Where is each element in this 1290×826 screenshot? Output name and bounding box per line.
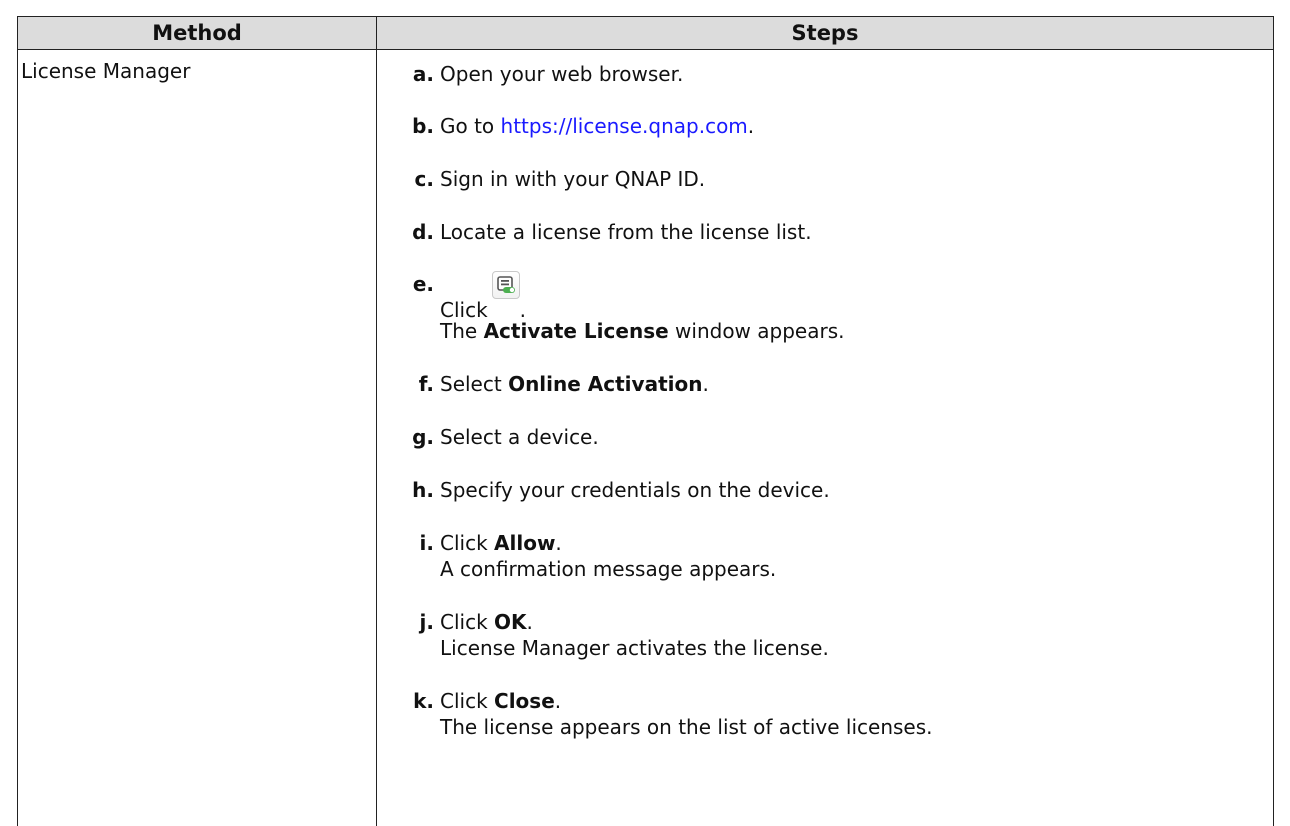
method-cell: License Manager [18,50,377,826]
step-j: j. Click OK. License Manager activates t… [377,609,1273,661]
activate-license-icon [492,271,520,299]
step-list: a. Open your web browser. b. Go to https… [377,61,1273,740]
method-name: License Manager [21,58,376,84]
step-text-pre: Click [440,298,488,322]
step-text-pre: The [440,319,484,343]
step-text: Select a device. [440,424,1273,450]
step-letter: h. [389,477,434,503]
step-text: Open your web browser. [440,61,1273,87]
table-row: License Manager a. Open your web browser… [18,50,1274,826]
step-letter: f. [389,371,434,397]
step-letter: k. [389,688,434,714]
step-text-line2: The Activate License window appears. [440,318,1273,344]
step-text: Click Close. [440,688,1273,714]
step-text-pre: Select [440,372,508,396]
ui-term: Activate License [484,319,669,343]
step-text-post: . [520,298,526,322]
step-i: i. Click Allow. A confirmation message a… [377,530,1273,582]
step-h: h. Specify your credentials on the devic… [377,477,1273,503]
step-text: Go to https://license.qnap.com. [440,113,1273,139]
document-page: Method Steps License Manager a. Open you… [0,0,1290,825]
step-letter: e. [389,271,434,297]
step-text-post: . [555,689,561,713]
step-letter: j. [389,609,434,635]
header-steps: Steps [377,17,1274,50]
step-g: g. Select a device. [377,424,1273,450]
ui-term: Allow [494,531,555,555]
step-c: c. Sign in with your QNAP ID. [377,166,1273,192]
step-text: Click Allow. [440,530,1273,556]
ui-term: Close [494,689,555,713]
step-text: Specify your credentials on the device. [440,477,1273,503]
step-text-pre: Go to [440,114,501,138]
step-d: d. Locate a license from the license lis… [377,219,1273,245]
step-b: b. Go to https://license.qnap.com. [377,113,1273,139]
license-site-link[interactable]: https://license.qnap.com [501,114,748,138]
steps-cell: a. Open your web browser. b. Go to https… [377,50,1274,826]
step-text-line2: A confirmation message appears. [440,556,1273,582]
step-text-post: window appears. [669,319,845,343]
step-k: k. Click Close. The license appears on t… [377,688,1273,740]
step-letter: c. [389,166,434,192]
step-letter: b. [389,113,434,139]
step-text-post: . [702,372,708,396]
step-text-post: . [555,531,561,555]
step-text: Select Online Activation. [440,371,1273,397]
method-steps-table: Method Steps License Manager a. Open you… [17,16,1274,826]
step-text-post: . [748,114,754,138]
ui-term: OK [494,610,527,634]
step-text: Locate a license from the license list. [440,219,1273,245]
step-text-pre: Click [440,610,494,634]
step-text-pre: Click [440,689,494,713]
step-f: f. Select Online Activation. [377,371,1273,397]
step-text-line2: The license appears on the list of activ… [440,714,1273,740]
step-e: e. Click. The Activate License window ap… [377,271,1273,344]
step-text-pre: Click [440,531,494,555]
step-text: Click. [440,271,1273,318]
step-text: Sign in with your QNAP ID. [440,166,1273,192]
header-method: Method [18,17,377,50]
step-letter: d. [389,219,434,245]
step-text: Click OK. [440,609,1273,635]
ui-term: Online Activation [508,372,702,396]
step-letter: i. [389,530,434,556]
table-header-row: Method Steps [18,17,1274,50]
step-text-line2: License Manager activates the license. [440,635,1273,661]
step-letter: a. [389,61,434,87]
step-letter: g. [389,424,434,450]
step-text-post: . [527,610,533,634]
step-a: a. Open your web browser. [377,61,1273,87]
